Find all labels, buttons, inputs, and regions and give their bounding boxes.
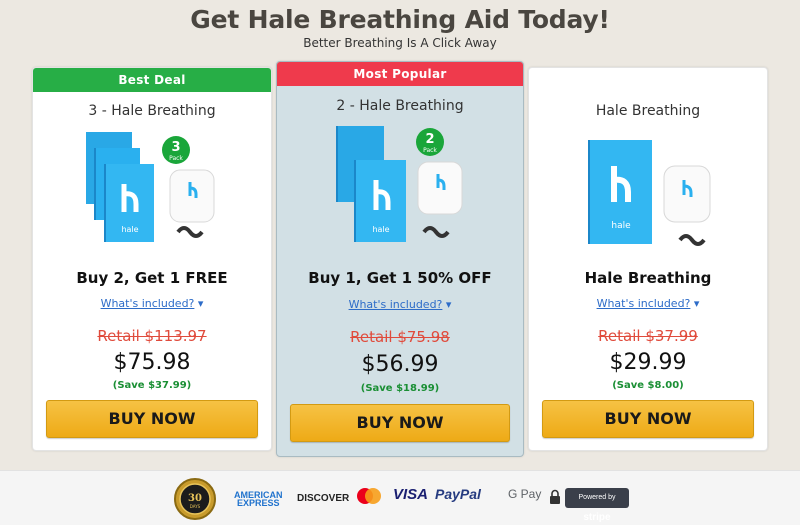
best-deal-banner: Best Deal xyxy=(33,68,271,92)
pack-badge: 2 Pack xyxy=(416,128,444,156)
most-popular-banner: Most Popular xyxy=(277,62,523,86)
buy-now-button[interactable]: BUY NOW xyxy=(542,400,754,438)
product-card-3pack: Best Deal 3 - Hale Breathing hale 3 Pack… xyxy=(32,67,272,451)
visa-icon: VISA xyxy=(393,486,429,503)
save-amount: (Save $37.99) xyxy=(112,380,192,391)
sale-price: $75.98 xyxy=(113,350,191,375)
svg-text:3: 3 xyxy=(171,140,180,155)
lock-icon xyxy=(550,489,560,504)
sale-price: $56.99 xyxy=(361,352,439,377)
sale-price: $29.99 xyxy=(609,350,687,375)
svg-text:Pack: Pack xyxy=(169,155,183,162)
buy-now-button[interactable]: BUY NOW xyxy=(290,404,510,442)
product-image-2pack: hale 2 Pack xyxy=(336,126,463,242)
amex-icon: AMERICAN EXPRESS xyxy=(234,490,283,508)
google-pay-icon: G Pay xyxy=(508,487,542,501)
svg-text:hale: hale xyxy=(372,225,389,234)
product-card-2pack: Most Popular 2 - Hale Breathing hale 2 P… xyxy=(276,61,524,457)
device-case xyxy=(169,169,215,238)
chevron-down-icon: ▾ xyxy=(693,297,700,310)
product-box: hale xyxy=(86,132,154,242)
svg-text:2: 2 xyxy=(425,132,434,147)
chevron-down-icon: ▾ xyxy=(197,297,204,310)
discover-icon: DISCOVER xyxy=(297,493,350,504)
svg-text:30: 30 xyxy=(188,493,202,504)
product-box: hale xyxy=(336,126,406,242)
device-case xyxy=(417,161,463,238)
whats-included-link[interactable]: What's included? ▾ xyxy=(33,297,271,310)
product-name: 2 - Hale Breathing xyxy=(336,98,464,114)
powered-by-stripe-badge: Powered by stripe xyxy=(565,488,629,523)
offer-text: Buy 2, Get 1 FREE xyxy=(76,269,228,287)
product-image-single: hale xyxy=(588,140,711,246)
product-name: Hale Breathing xyxy=(595,103,701,119)
product-card-single: Hale Breathing hale Hale Breathing What'… xyxy=(528,67,768,451)
svg-text:Pack: Pack xyxy=(423,147,437,154)
money-back-guarantee-badge: 30 DAYS xyxy=(174,478,216,520)
save-amount: (Save $18.99) xyxy=(360,383,440,394)
product-image-3pack: hale 3 Pack xyxy=(86,132,215,242)
retail-price: Retail $37.99 xyxy=(598,327,698,345)
page-subtitle: Better Breathing Is A Click Away xyxy=(303,36,497,50)
retail-price: Retail $75.98 xyxy=(350,328,450,346)
svg-text:DAYS: DAYS xyxy=(190,504,201,509)
offer-text: Buy 1, Get 1 50% OFF xyxy=(308,269,492,287)
payment-footer: 30 DAYS AMERICAN EXPRESS DISCOVER VISA Pa… xyxy=(0,470,800,525)
retail-price: Retail $113.97 xyxy=(97,327,207,345)
offer-text: Hale Breathing xyxy=(584,269,712,287)
save-amount: (Save $8.00) xyxy=(612,380,684,391)
product-name: 3 - Hale Breathing xyxy=(88,103,216,119)
buy-now-button[interactable]: BUY NOW xyxy=(46,400,258,438)
page-title: Get Hale Breathing Aid Today! xyxy=(190,5,610,34)
svg-text:hale: hale xyxy=(121,225,138,234)
paypal-icon: PayPal xyxy=(435,486,481,502)
chevron-down-icon: ▾ xyxy=(445,298,452,311)
pack-badge: 3 Pack xyxy=(162,136,190,164)
mastercard-icon xyxy=(357,488,381,504)
product-box: hale xyxy=(588,140,652,244)
svg-text:hale: hale xyxy=(611,221,631,231)
device-case xyxy=(663,165,711,246)
whats-included-link[interactable]: What's included? ▾ xyxy=(277,298,523,311)
whats-included-link[interactable]: What's included? ▾ xyxy=(529,297,767,310)
